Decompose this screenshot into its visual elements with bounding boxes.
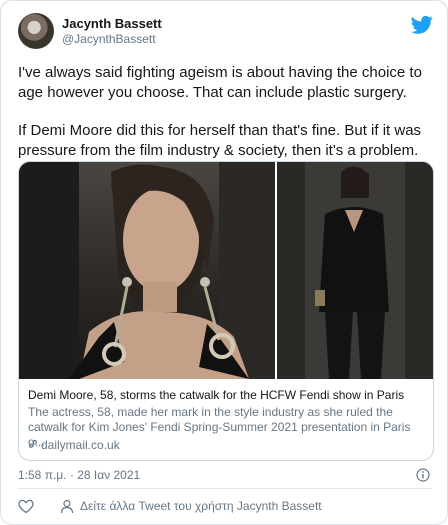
link-card-title[interactable]: Demi Moore, 58, storms the catwalk for t… [28,388,404,402]
view-user-tweets-link[interactable]: Δείτε άλλα Tweet του χρήστη Jacynth Bass… [80,499,322,513]
tweet-header: Jacynth Bassett @JacynthBassett [18,13,433,51]
divider [18,488,432,489]
link-icon [28,439,38,449]
link-card-domain[interactable]: dailymail.co.uk [28,438,120,452]
tweet-timestamp[interactable]: 1:58 π.μ. · 28 Ιαν 2021 [18,468,140,482]
link-card-domain-text: dailymail.co.uk [41,438,120,452]
author-handle[interactable]: @JacynthBassett [62,32,156,46]
info-icon[interactable] [416,468,430,482]
heart-icon[interactable] [18,499,34,514]
twitter-bird-icon[interactable] [411,15,433,35]
link-card[interactable]: Demi Moore, 58, storms the catwalk for t… [18,161,434,461]
tweet-text-paragraph-1: I've always said fighting ageism is abou… [18,64,422,101]
avatar[interactable] [18,13,54,49]
photo-runway [277,162,433,379]
tweet-text-paragraph-2: If Demi Moore did this for herself than … [18,122,422,159]
tweet-card: Jacynth Bassett @JacynthBassett I've alw… [0,0,448,525]
photo-closeup [19,162,275,379]
author-name[interactable]: Jacynth Bassett [62,16,162,31]
link-card-image[interactable] [19,162,433,379]
tweet-footer: Δείτε άλλα Tweet του χρήστη Jacynth Bass… [18,497,432,517]
user-icon [60,499,74,514]
